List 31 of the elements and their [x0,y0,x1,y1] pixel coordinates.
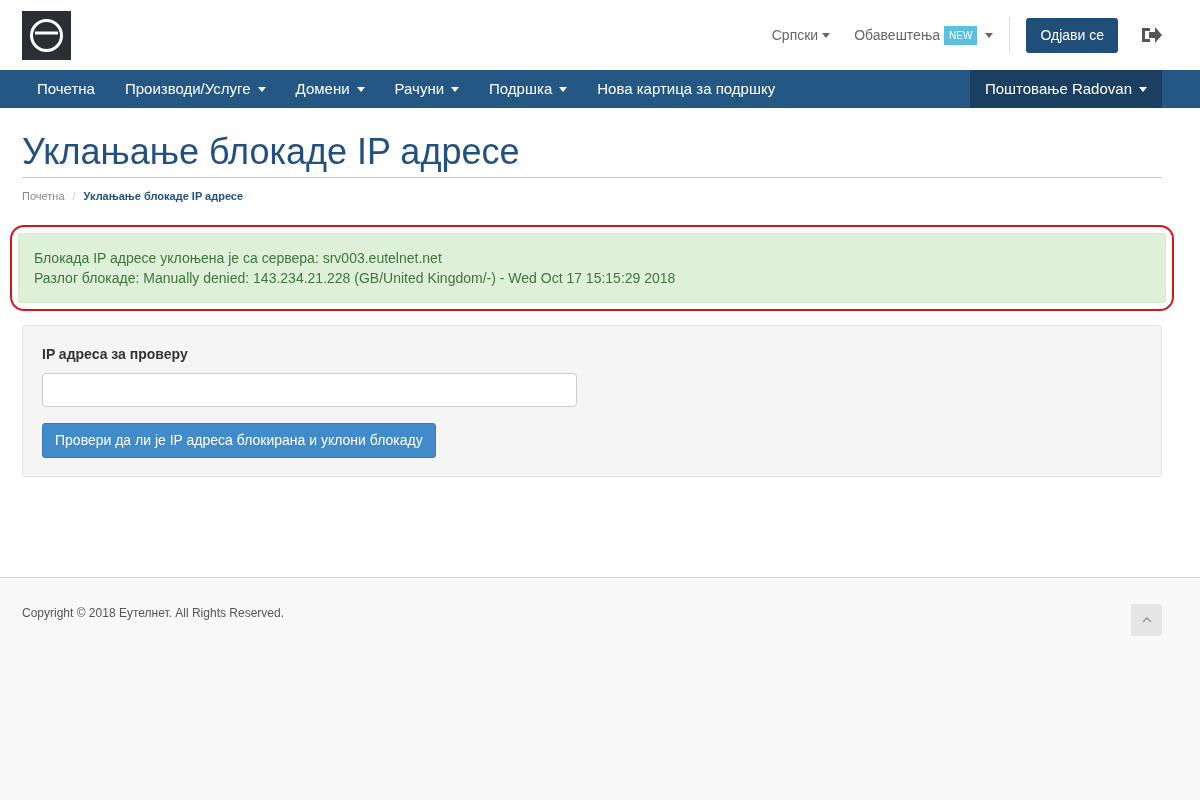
copyright-text: Copyright © 2018 Еутелнет. All Rights Reserved. [22,604,284,622]
check-button[interactable]: Провери да ли је IP адреса блокирана и уклони блокаду [42,422,436,458]
breadcrumb-separator: / [72,189,76,205]
field-label: IP адреса за проверу [42,344,189,364]
caret-icon [356,86,365,92]
chevron-up-icon [1141,616,1152,623]
caret-icon [985,32,994,38]
user-menu[interactable]: Поштовање Radovan [969,70,1162,108]
breadcrumb-item[interactable]: Почетна [22,188,65,205]
caret-icon [451,86,460,92]
logout-icon[interactable] [1142,26,1162,44]
caret-icon [1139,86,1147,92]
nav-item[interactable]: Нова картица за подршку [582,70,791,108]
language-menu[interactable]: Српски [771,24,831,46]
logout-button[interactable]: Одјави се [1026,17,1118,53]
success-alert: Блокада IP адресе уклоњена је са сервера: srv003.eutelnet.net Разлог блокаде: Manually denied: 143.234.21.228 (GB/United Kingdom/-) - Wed Oct 17 15:15:29 2018 [18,232,1166,303]
new-badge: NEW [944,25,978,45]
logo-icon [22,10,71,60]
page-title: Уклањање блокаде IP адресе [22,108,1162,179]
nav-item[interactable]: Производи/Услуге [109,70,281,108]
notifications-menu[interactable]: Обавештења [854,24,941,46]
input-field[interactable] [42,372,577,407]
nav-item[interactable]: Почетна [22,70,110,108]
scroll-top-button[interactable] [1131,603,1162,636]
breadcrumb-item: Уклањање блокаде IP адресе [83,189,244,205]
caret-icon [559,86,568,92]
caret-icon [822,32,831,38]
nav-item[interactable]: Домени [280,70,380,108]
nav-item[interactable]: Подршка [474,70,583,108]
caret-icon [257,86,266,92]
nav-item[interactable]: Рачуни [379,70,475,108]
